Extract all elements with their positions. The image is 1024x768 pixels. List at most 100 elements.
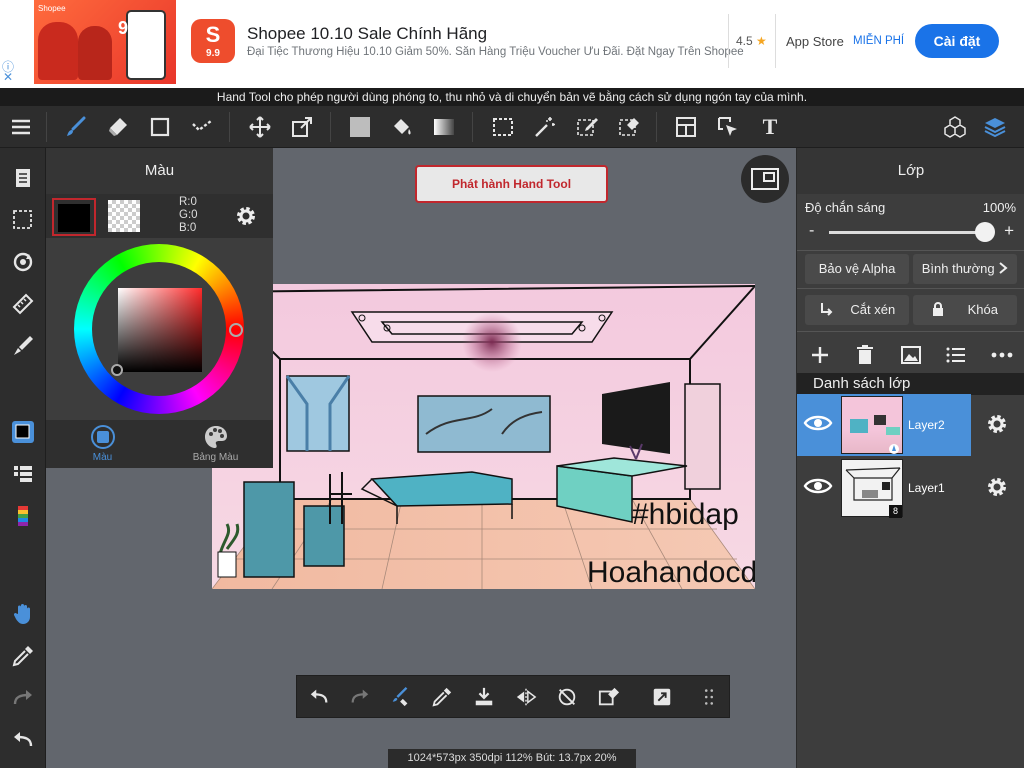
pages-icon[interactable] [9,164,37,192]
toolbar-divider [656,112,657,142]
release-hand-tool-button[interactable]: Phát hành Hand Tool [415,165,608,203]
text-tool-icon[interactable]: T [756,113,784,141]
layer-panel: Lớp Độ chắn sáng 100% - + Bảo vệ Alpha B… [796,148,1024,768]
color-panel: Màu R:0 G:0 B:0 Màu Bảng Màu [46,148,273,468]
ad-image-number: 9.9 [118,18,144,38]
left-sidebar [0,148,46,768]
rgb-red: R:0 [179,196,197,208]
transform-icon[interactable] [288,113,316,141]
eye-icon[interactable] [803,475,833,502]
save-icon[interactable] [471,684,497,710]
opacity-slider-thumb[interactable] [975,222,995,242]
layer-list-icon[interactable] [9,460,37,488]
gear-icon[interactable] [234,204,258,233]
hue-knob[interactable] [229,323,243,337]
tab-palette[interactable]: Bảng Màu [159,424,272,463]
alpha-protect-button[interactable]: Bảo vệ Alpha [805,254,909,284]
transparent-color-swatch[interactable] [108,200,140,232]
gradient-icon[interactable] [430,113,458,141]
sv-knob[interactable] [111,364,123,376]
tab-color[interactable]: Màu [46,424,159,463]
layer-row-layer1[interactable]: 8 Layer1 [797,457,1024,519]
ad-close-icon[interactable]: ✕ [3,70,13,84]
view-toggle-button[interactable] [741,155,789,203]
image-icon[interactable] [898,342,924,368]
eyedropper-icon[interactable] [9,642,37,670]
redo-icon[interactable] [9,684,37,712]
brush-eraser-toggle-icon[interactable] [388,684,414,710]
3d-cubes-icon[interactable] [941,113,969,141]
lock-button[interactable]: Khóa [913,295,1017,325]
redo-icon[interactable] [347,684,373,710]
blend-mode-button[interactable]: Bình thường [913,254,1017,284]
opacity-label: Độ chắn sáng [805,200,886,215]
eyedropper-icon[interactable] [429,684,455,710]
undo-icon[interactable] [9,726,37,754]
menu-icon[interactable] [7,113,35,141]
layers-icon[interactable] [981,113,1009,141]
ad-title[interactable]: Shopee 10.10 Sale Chính Hãng [247,24,487,44]
trash-icon[interactable] [852,342,878,368]
clipping-label: Cắt xén [850,302,896,317]
opacity-minus-button[interactable]: - [809,222,814,240]
main-color-fill [58,204,90,232]
ad-price: MIỄN PHÍ [853,35,905,47]
eraser-icon[interactable] [104,113,132,141]
clear-icon[interactable] [596,684,622,710]
tab-palette-label: Bảng Màu [192,452,239,463]
gear-icon[interactable] [985,412,1009,441]
color-swatch-icon[interactable] [9,418,37,446]
move-icon[interactable] [246,113,274,141]
more-grid-icon[interactable] [696,684,722,710]
ad-rating: 4.5 ★ [736,34,767,48]
rgb-green: G:0 [179,209,198,221]
select-pen-icon[interactable] [573,113,601,141]
saturation-value-square[interactable] [118,288,202,372]
ruler-icon[interactable] [9,290,37,318]
opacity-slider[interactable] [829,231,985,234]
ad-image-brand: Shopee [38,4,66,13]
lock-label: Khóa [967,302,998,317]
drawing-canvas[interactable]: Hoahandocdo #hbidap [212,284,755,589]
bucket-icon[interactable] [388,113,416,141]
layer-name: Layer2 [908,418,945,432]
layer-name: Layer1 [908,481,945,495]
flip-icon[interactable] [513,684,539,710]
color-panel-title: Màu [46,148,273,194]
shopee-logo[interactable]: S 9.9 [191,19,235,63]
no-rotate-icon[interactable] [554,684,580,710]
ad-image[interactable]: Shopee 9.9 [34,0,176,84]
install-button[interactable]: Cài đặt [915,24,999,58]
select-rect-icon[interactable] [489,113,517,141]
panel-divider [797,250,1024,251]
add-layer-icon[interactable] [807,342,833,368]
clipping-button[interactable]: Cắt xén [805,295,909,325]
operation-icon[interactable] [714,113,742,141]
eye-icon[interactable] [803,412,833,439]
snap-icon[interactable] [649,684,675,710]
brush-icon[interactable] [62,113,90,141]
undo-icon[interactable] [306,684,332,710]
fill-color-icon[interactable] [346,113,374,141]
rotate-icon[interactable] [9,248,37,276]
selection-icon[interactable] [9,206,37,234]
hand-tool-icon[interactable] [9,600,37,628]
fill-pen-icon[interactable] [9,332,37,360]
color-palette-icon[interactable] [9,502,37,530]
ad-banner[interactable]: ⓘ ✕ Shopee 9.9 S 9.9 Shopee 10.10 Sale C… [0,0,1024,88]
layer-row-layer2[interactable]: Layer2 [797,394,971,456]
toolbar-divider [330,112,331,142]
opacity-value: 100% [982,200,1016,215]
magic-wand-icon[interactable] [531,113,559,141]
list-icon[interactable] [943,342,969,368]
opacity-plus-button[interactable]: + [1004,221,1014,241]
canvas-status: 1024*573px 350dpi 112% Bút: 13.7px 20% [388,749,636,768]
square-shape-icon[interactable] [146,113,174,141]
select-eraser-icon[interactable] [615,113,643,141]
star-icon: ★ [756,34,767,48]
main-color-swatch[interactable] [52,198,96,236]
frame-divider-icon[interactable] [672,113,700,141]
dot-pen-icon[interactable] [188,113,216,141]
more-icon[interactable] [989,342,1015,368]
gear-icon[interactable] [985,475,1009,504]
